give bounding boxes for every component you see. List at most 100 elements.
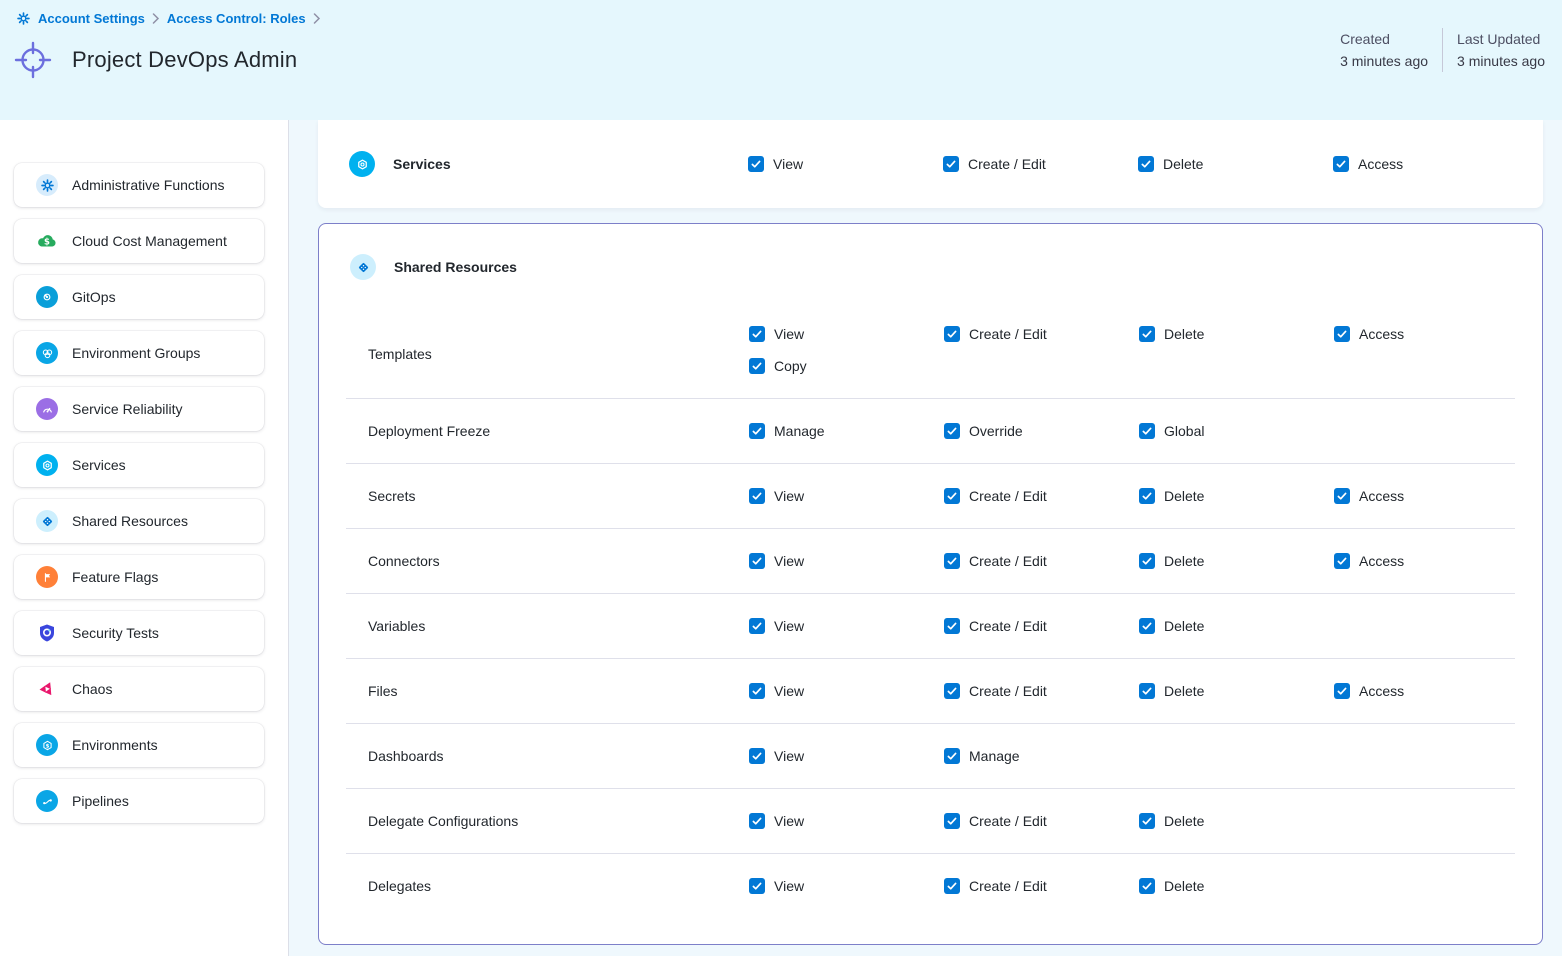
permission-checkbox[interactable]: View	[748, 156, 943, 172]
sidebar-item-administrative-functions[interactable]: Administrative Functions	[14, 163, 264, 207]
checkbox-checked[interactable]	[1139, 326, 1155, 342]
checkbox-checked[interactable]	[749, 683, 765, 699]
checkbox-checked[interactable]	[1139, 618, 1155, 634]
checkbox-label: Manage	[969, 748, 1020, 764]
chevron-right-icon	[313, 13, 321, 24]
permission-checkbox[interactable]: Access	[1334, 488, 1542, 504]
permission-checkbox[interactable]: Create / Edit	[943, 156, 1138, 172]
checkbox-checked[interactable]	[749, 748, 765, 764]
sidebar-item-chaos[interactable]: Chaos	[14, 667, 264, 711]
permission-checkbox[interactable]: Delete	[1139, 878, 1334, 894]
sidebar-item-security-tests[interactable]: Security Tests	[14, 611, 264, 655]
permission-cell: Access	[1333, 156, 1543, 172]
permission-cell: Delete	[1139, 618, 1334, 634]
permission-checkbox[interactable]: Global	[1139, 423, 1334, 439]
breadcrumb-account-settings[interactable]: Account Settings	[38, 11, 145, 26]
sidebar-item-pipelines[interactable]: Pipelines	[14, 779, 264, 823]
permission-checkbox[interactable]: Delete	[1138, 156, 1333, 172]
permission-checkbox[interactable]: View	[749, 618, 944, 634]
permission-checkbox[interactable]: View	[749, 748, 944, 764]
checkbox-checked[interactable]	[944, 683, 960, 699]
checkbox-checked[interactable]	[944, 748, 960, 764]
checkbox-checked[interactable]	[1334, 488, 1350, 504]
checkbox-checked[interactable]	[944, 553, 960, 569]
permission-checkbox[interactable]: Delete	[1139, 813, 1334, 829]
permission-checkbox[interactable]: Access	[1333, 156, 1543, 172]
checkbox-label: View	[774, 878, 804, 894]
permissions-panel: Services ViewCreate / EditDeleteAccess S…	[289, 120, 1562, 956]
permission-checkbox[interactable]: Delete	[1139, 683, 1334, 699]
permission-cell: Delete	[1139, 553, 1334, 569]
checkbox-checked[interactable]	[944, 423, 960, 439]
checkbox-label: View	[774, 813, 804, 829]
checkbox-label: Override	[969, 423, 1023, 439]
sidebar-item-feature-flags[interactable]: Feature Flags	[14, 555, 264, 599]
permission-checkbox[interactable]: Manage	[749, 423, 944, 439]
checkbox-checked[interactable]	[749, 423, 765, 439]
permission-checkbox[interactable]: Delete	[1139, 553, 1334, 569]
permission-checkbox[interactable]: Access	[1334, 326, 1542, 342]
permission-cell: View	[749, 488, 944, 504]
permission-checkbox[interactable]: Access	[1334, 553, 1542, 569]
permission-checkbox[interactable]: View	[749, 326, 944, 342]
permission-checkbox[interactable]: Access	[1334, 683, 1542, 699]
checkbox-checked[interactable]	[1138, 156, 1154, 172]
permission-checkbox[interactable]: Manage	[944, 748, 1139, 764]
permission-cell: Delete	[1139, 813, 1334, 829]
permission-checkbox[interactable]: View	[749, 683, 944, 699]
checkbox-checked[interactable]	[749, 358, 765, 374]
checkbox-checked[interactable]	[1334, 683, 1350, 699]
permission-checkbox[interactable]: View	[749, 553, 944, 569]
checkbox-checked[interactable]	[749, 878, 765, 894]
sidebar-item-gitops[interactable]: GitOps	[14, 275, 264, 319]
checkbox-checked[interactable]	[749, 488, 765, 504]
permission-checkbox[interactable]: Delete	[1139, 488, 1334, 504]
sidebar-item-cloud-cost-management[interactable]: $Cloud Cost Management	[14, 219, 264, 263]
sidebar-item-environments[interactable]: $Environments	[14, 723, 264, 767]
permission-checkbox[interactable]: View	[749, 878, 944, 894]
permission-checkbox[interactable]: Delete	[1139, 326, 1334, 342]
checkbox-checked[interactable]	[1334, 553, 1350, 569]
permission-checkbox[interactable]: Override	[944, 423, 1139, 439]
checkbox-checked[interactable]	[1139, 878, 1155, 894]
checkbox-checked[interactable]	[944, 878, 960, 894]
permission-checkbox[interactable]: View	[749, 813, 944, 829]
checkbox-checked[interactable]	[944, 488, 960, 504]
checkbox-checked[interactable]	[749, 553, 765, 569]
sidebar-item-service-reliability[interactable]: Service Reliability	[14, 387, 264, 431]
checkbox-checked[interactable]	[1139, 423, 1155, 439]
checkbox-checked[interactable]	[1139, 553, 1155, 569]
checkbox-checked[interactable]	[944, 326, 960, 342]
checkbox-checked[interactable]	[944, 618, 960, 634]
checkbox-checked[interactable]	[943, 156, 959, 172]
checkbox-checked[interactable]	[1139, 813, 1155, 829]
permission-checkbox[interactable]: Create / Edit	[944, 683, 1139, 699]
gitops-icon	[36, 286, 58, 308]
permission-checkbox[interactable]: Create / Edit	[944, 878, 1139, 894]
breadcrumb-access-control-roles[interactable]: Access Control: Roles	[167, 11, 306, 26]
checkbox-checked[interactable]	[749, 618, 765, 634]
permission-checkbox[interactable]: View	[749, 488, 944, 504]
checkbox-checked[interactable]	[1139, 488, 1155, 504]
checkbox-checked[interactable]	[1334, 326, 1350, 342]
last-updated-label: Last Updated	[1457, 28, 1545, 50]
checkbox-checked[interactable]	[749, 813, 765, 829]
checkbox-checked[interactable]	[1333, 156, 1349, 172]
permission-checkbox[interactable]: Delete	[1139, 618, 1334, 634]
permission-checkbox[interactable]: Create / Edit	[944, 813, 1139, 829]
sidebar-item-shared-resources[interactable]: Shared Resources	[14, 499, 264, 543]
checkbox-checked[interactable]	[749, 326, 765, 342]
checkbox-checked[interactable]	[1139, 683, 1155, 699]
sidebar-item-environment-groups[interactable]: Environment Groups	[14, 331, 264, 375]
permission-checkbox[interactable]: Create / Edit	[944, 618, 1139, 634]
checkbox-label: Delete	[1164, 488, 1204, 504]
sidebar-item-services[interactable]: Services	[14, 443, 264, 487]
permission-checkbox[interactable]: Create / Edit	[944, 488, 1139, 504]
checkbox-checked[interactable]	[748, 156, 764, 172]
sidebar-item-label: Feature Flags	[72, 569, 158, 585]
permission-checkbox[interactable]: Create / Edit	[944, 553, 1139, 569]
permission-checkbox[interactable]: Copy	[749, 358, 944, 374]
permission-checkbox[interactable]: Create / Edit	[944, 326, 1139, 342]
checkbox-checked[interactable]	[944, 813, 960, 829]
checkbox-label: Create / Edit	[969, 618, 1047, 634]
